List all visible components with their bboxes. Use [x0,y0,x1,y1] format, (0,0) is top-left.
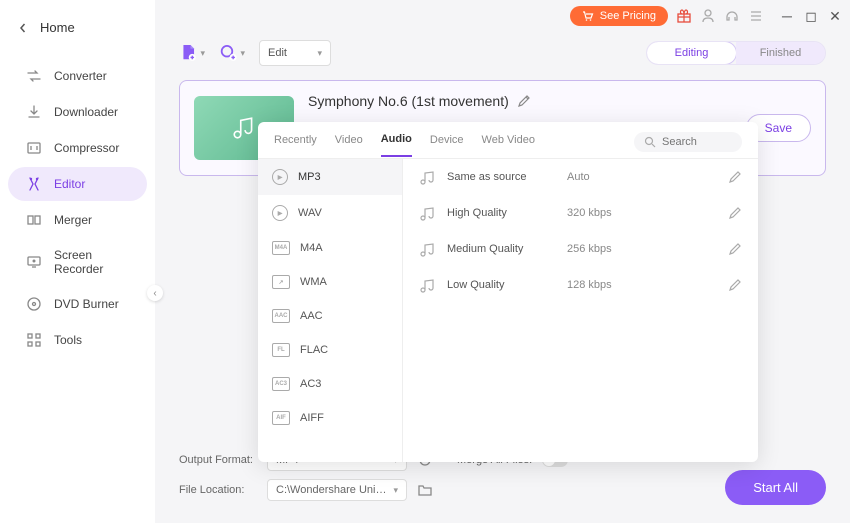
toolbar: ▾ ▾ Edit ▾ Editing Finished [179,32,826,80]
format-ac3[interactable]: AC3AC3 [258,367,402,401]
format-tabs: Recently Video Audio Device Web Video [258,122,758,159]
mp3-icon: ▶ [272,169,288,185]
edit-quality-icon[interactable] [728,170,742,184]
sidebar-item-label: Editor [54,177,85,191]
converter-icon [26,68,42,84]
music-icon [419,241,435,257]
quality-same-as-source[interactable]: Same as source Auto [403,159,758,195]
chevron-left-icon [18,23,28,33]
quality-list: Same as source Auto High Quality 320 kbp… [403,159,758,462]
format-wav[interactable]: ▶WAV [258,195,402,231]
sidebar-item-label: Downloader [54,105,118,119]
format-aiff[interactable]: AIFAIFF [258,401,402,435]
aac-icon: AAC [272,309,290,323]
editor-icon [26,176,42,192]
home-nav[interactable]: Home [0,10,155,45]
quality-high[interactable]: High Quality 320 kbps [403,195,758,231]
wav-icon: ▶ [272,205,288,221]
rename-icon[interactable] [517,94,531,108]
tab-video[interactable]: Video [335,134,363,156]
user-icon[interactable] [700,8,716,24]
output-format-label: Output Format: [179,454,257,466]
menu-icon[interactable] [748,8,764,24]
close-button[interactable]: ✕ [828,9,842,23]
tools-icon [26,332,42,348]
search-icon [644,136,656,148]
sidebar-item-downloader[interactable]: Downloader [8,95,147,129]
music-note-icon [231,115,257,141]
sidebar-item-label: Tools [54,333,82,347]
sidebar-item-tools[interactable]: Tools [8,323,147,357]
format-search[interactable] [634,132,742,152]
file-title: Symphony No.6 (1st movement) [308,93,509,109]
music-icon [419,277,435,293]
tab-web-video[interactable]: Web Video [482,134,535,156]
sidebar-item-label: Converter [54,69,107,83]
gift-icon[interactable] [676,8,692,24]
see-pricing-button[interactable]: See Pricing [570,6,668,26]
dvd-burner-icon [26,296,42,312]
format-flac[interactable]: FLFLAC [258,333,402,367]
screen-recorder-icon [26,254,42,270]
file-location-label: File Location: [179,484,257,496]
format-m4a[interactable]: M4AM4A [258,231,402,265]
maximize-button[interactable]: ◻ [804,9,818,23]
m4a-icon: M4A [272,241,290,255]
edit-quality-icon[interactable] [728,242,742,256]
flac-icon: FL [272,343,290,357]
folder-icon[interactable] [417,482,433,498]
format-popup: Recently Video Audio Device Web Video ▶M… [258,122,758,462]
sidebar-item-label: Compressor [54,141,119,155]
compressor-icon [26,140,42,156]
sidebar-item-label: Merger [54,213,92,227]
merger-icon [26,212,42,228]
quality-medium[interactable]: Medium Quality 256 kbps [403,231,758,267]
format-list: ▶MP3 ▶WAV M4AM4A ↗WMA AACAAC FLFLAC AC3A… [258,159,403,462]
edit-mode-select[interactable]: Edit ▾ [259,40,331,66]
aiff-icon: AIF [272,411,290,425]
minimize-button[interactable]: ─ [780,9,794,23]
quality-low[interactable]: Low Quality 128 kbps [403,267,758,303]
sidebar-item-screen-recorder[interactable]: Screen Recorder [8,239,147,285]
status-segmented-control: Editing Finished [646,41,826,65]
tab-audio[interactable]: Audio [381,133,412,157]
sidebar-item-editor[interactable]: Editor [8,167,147,201]
edit-quality-icon[interactable] [728,278,742,292]
home-label: Home [40,20,75,35]
format-wma[interactable]: ↗WMA [258,265,402,299]
sidebar: Home Converter Downloader Compressor Edi… [0,0,155,523]
sidebar-item-converter[interactable]: Converter [8,59,147,93]
add-file-button[interactable]: ▾ [179,40,205,66]
music-icon [419,205,435,221]
search-input[interactable] [662,136,732,148]
wma-icon: ↗ [272,275,290,289]
music-icon [419,169,435,185]
edit-quality-icon[interactable] [728,206,742,220]
segment-finished[interactable]: Finished [736,42,825,64]
tab-recently[interactable]: Recently [274,134,317,156]
sidebar-item-label: Screen Recorder [54,248,129,276]
segment-editing[interactable]: Editing [647,42,736,64]
ac3-icon: AC3 [272,377,290,391]
file-location-select[interactable]: C:\Wondershare UniConverter 1▾ [267,479,407,501]
format-aac[interactable]: AACAAC [258,299,402,333]
cart-icon [582,10,594,22]
sidebar-item-label: DVD Burner [54,297,119,311]
sidebar-item-dvd-burner[interactable]: DVD Burner [8,287,147,321]
add-url-button[interactable]: ▾ [219,40,245,66]
tab-device[interactable]: Device [430,134,464,156]
sidebar-item-merger[interactable]: Merger [8,203,147,237]
sidebar-item-compressor[interactable]: Compressor [8,131,147,165]
pricing-label: See Pricing [600,10,656,22]
downloader-icon [26,104,42,120]
headset-icon[interactable] [724,8,740,24]
format-mp3[interactable]: ▶MP3 [258,159,402,195]
start-all-button[interactable]: Start All [725,470,826,505]
edit-select-label: Edit [268,47,287,59]
